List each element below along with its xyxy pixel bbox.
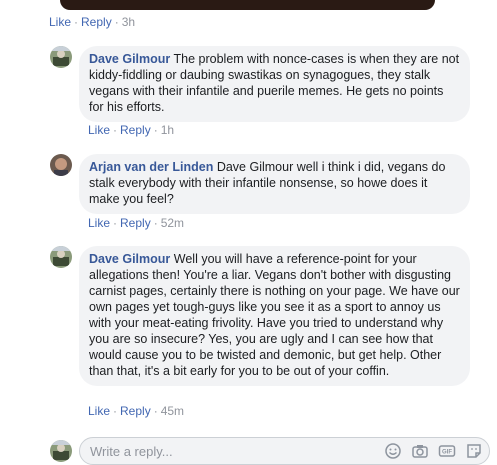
comment-bubble: Dave Gilmour The problem with nonce-case… — [79, 46, 470, 122]
comment-author[interactable]: Arjan van der Linden — [89, 160, 213, 174]
timestamp: 45m — [160, 404, 185, 418]
avatar[interactable] — [50, 46, 72, 68]
timestamp: 52m — [160, 216, 185, 230]
emoji-icon[interactable] — [384, 442, 402, 460]
timestamp: 3h — [121, 15, 136, 29]
svg-text:GIF: GIF — [442, 450, 452, 456]
timestamp: 1h — [160, 123, 175, 137]
comment-actions: Like · Reply · 45m — [88, 404, 185, 418]
post-image-bottom-edge — [60, 0, 435, 10]
reply-link[interactable]: Reply — [120, 404, 151, 418]
reply-link[interactable]: Reply — [120, 216, 151, 230]
reply-link[interactable]: Reply — [81, 15, 112, 29]
comment-author[interactable]: Dave Gilmour — [89, 52, 170, 66]
comment-actions: Like · Reply · 1h — [88, 123, 175, 137]
comment-text: Well you will have a reference-point for… — [89, 252, 460, 378]
reply-link[interactable]: Reply — [120, 123, 151, 137]
top-comment-actions: Like · Reply · 3h — [49, 15, 136, 29]
like-link[interactable]: Like — [88, 216, 110, 230]
reply-composer: GIF — [50, 437, 490, 465]
comment-bubble: Dave Gilmour Well you will have a refere… — [79, 246, 470, 386]
like-link[interactable]: Like — [88, 404, 110, 418]
sticker-icon[interactable] — [465, 442, 483, 460]
comment-author[interactable]: Dave Gilmour — [89, 252, 170, 266]
like-link[interactable]: Like — [88, 123, 110, 137]
comment-actions: Like · Reply · 52m — [88, 216, 185, 230]
reply-icon-bar: GIF — [384, 442, 483, 460]
gif-icon[interactable]: GIF — [438, 442, 456, 460]
comment-bubble: Arjan van der Linden Dave Gilmour well i… — [79, 154, 470, 214]
avatar[interactable] — [50, 154, 72, 176]
avatar[interactable] — [50, 246, 72, 268]
like-link[interactable]: Like — [49, 15, 71, 29]
current-user-avatar — [50, 440, 72, 462]
camera-icon[interactable] — [411, 442, 429, 460]
